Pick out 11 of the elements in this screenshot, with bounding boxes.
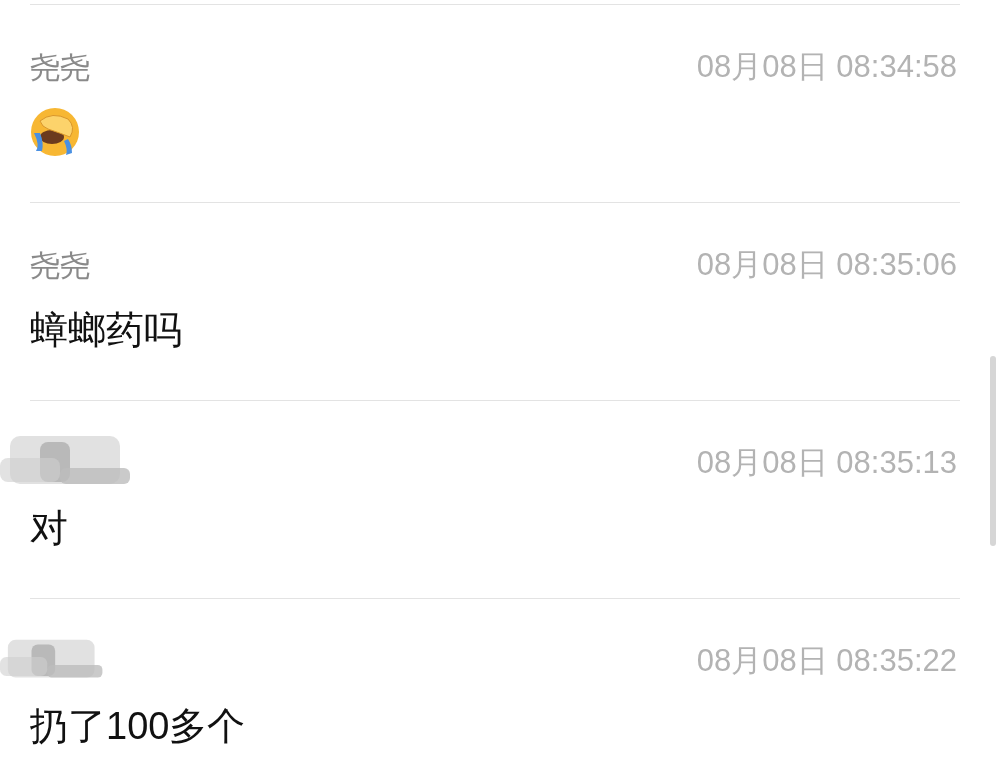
- message-time: 08月08日 08:35:06: [696, 245, 957, 284]
- message-time: 08月08日 08:35:13: [696, 443, 957, 482]
- message-time: 08月08日 08:35:22: [696, 641, 957, 680]
- message-text: 蟑螂药吗: [30, 307, 182, 353]
- message-text: 对: [30, 505, 68, 551]
- crying-facepalm-emoji-icon: [30, 107, 80, 157]
- message-time: 08月08日 08:34:58: [696, 47, 957, 86]
- sender-name: 尧尧: [30, 247, 90, 284]
- sender-name: 尧尧: [30, 49, 90, 86]
- scrollbar-thumb[interactable]: [990, 356, 996, 546]
- message-text: 扔了100多个: [30, 703, 246, 749]
